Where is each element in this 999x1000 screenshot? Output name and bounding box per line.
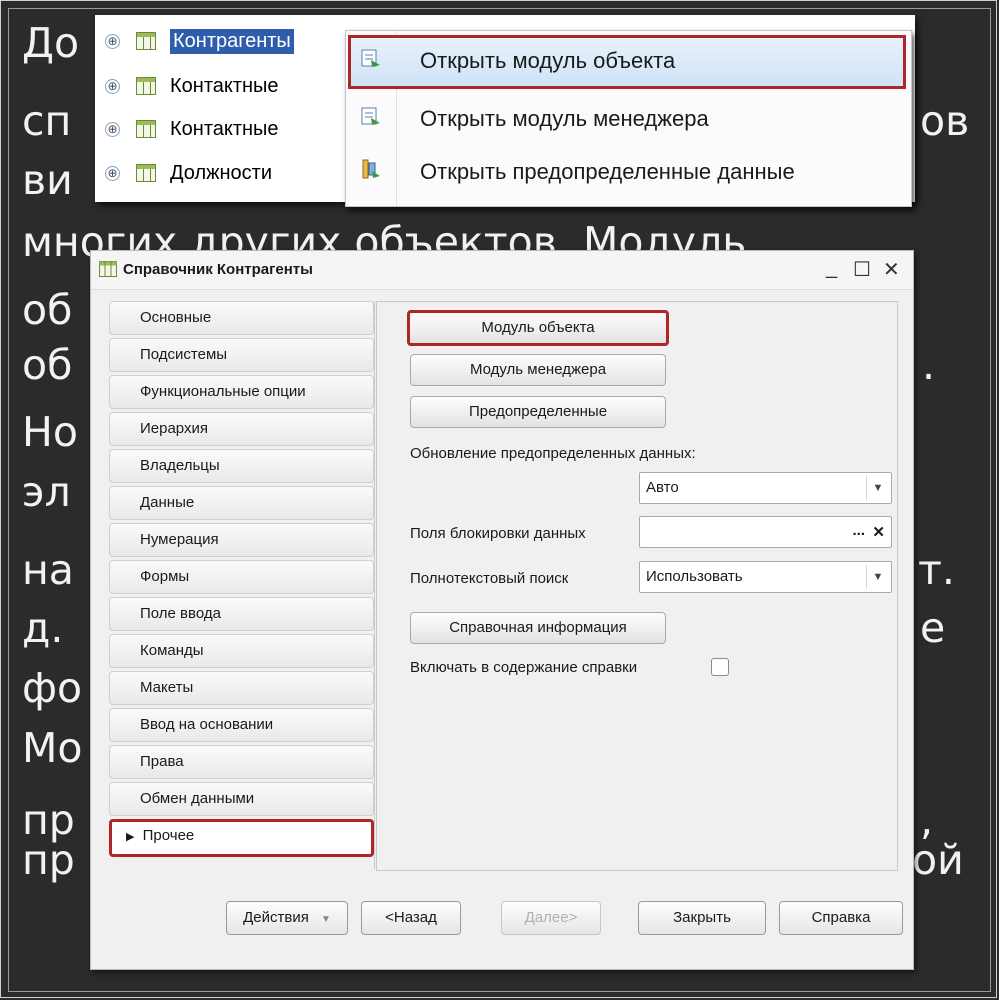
slide-line: Мо	[22, 724, 83, 772]
slide-fragment: т.	[918, 546, 955, 594]
actions-label: Действия	[243, 909, 309, 926]
include-help-checkbox[interactable]	[711, 658, 729, 676]
nav-item-data[interactable]: Данные	[109, 486, 374, 520]
help-button[interactable]: Справка	[779, 901, 903, 935]
nav-item-functional-options[interactable]: Функциональные опции	[109, 375, 374, 409]
nav-item-main[interactable]: Основные	[109, 301, 374, 335]
next-button[interactable]: Далее>	[501, 901, 601, 935]
tree-item[interactable]: ⊕ Должности	[105, 157, 272, 189]
slide-fragment: .	[922, 341, 936, 389]
select-dots-button[interactable]: ...	[852, 522, 865, 539]
menu-item-label: Открыть модуль менеджера	[420, 106, 709, 131]
nav-item-commands[interactable]: Команды	[109, 634, 374, 668]
include-help-label: Включать в содержание справки	[410, 659, 638, 676]
update-predefined-select[interactable]: Авто ▼	[639, 472, 892, 504]
dialog-title: Справочник Контрагенты	[123, 261, 313, 278]
help-info-button[interactable]: Справочная информация	[410, 612, 666, 644]
clear-icon[interactable]: ✕	[872, 523, 885, 541]
tree-item-label: Контрагенты	[170, 28, 294, 54]
slide-fragment: ов	[920, 97, 970, 145]
slide-line: пр	[22, 836, 75, 884]
nav-item-rights[interactable]: Права	[109, 745, 374, 779]
back-button[interactable]: <Назад	[361, 901, 461, 935]
select-value: Авто	[646, 479, 679, 496]
settings-content: Модуль объекта Модуль менеджера Предопре…	[376, 301, 898, 871]
dialog-titlebar[interactable]: Справочник Контрагенты _ ☐ ✕	[91, 251, 913, 290]
tree-item[interactable]: ⊕ Контрагенты	[105, 25, 294, 57]
slide-line: эл	[22, 468, 71, 516]
slide-fragment: ой	[912, 836, 964, 884]
close-button[interactable]: ✕	[883, 257, 900, 282]
object-module-button[interactable]: Модуль объекта	[407, 310, 669, 346]
catalog-icon	[136, 77, 156, 95]
slide-line: сп	[22, 97, 72, 145]
nav-item-data-exchange[interactable]: Обмен данными	[109, 782, 374, 816]
fulltext-search-label: Полнотекстовый поиск	[410, 570, 569, 587]
menu-item-label: Открыть предопределенные данные	[420, 159, 795, 184]
expand-icon[interactable]: ⊕	[105, 165, 120, 181]
expand-icon[interactable]: ⊕	[105, 121, 120, 137]
nav-item-templates[interactable]: Макеты	[109, 671, 374, 705]
catalog-icon	[136, 120, 156, 138]
nav-item-hierarchy[interactable]: Иерархия	[109, 412, 374, 446]
menu-item-open-manager-module[interactable]: Открыть модуль менеджера	[346, 91, 911, 147]
slide-line: на	[22, 546, 74, 594]
context-menu: Открыть модуль объекта Открыть модуль ме…	[345, 30, 912, 207]
close-dialog-button[interactable]: Закрыть	[638, 901, 766, 935]
menu-item-open-object-module[interactable]: Открыть модуль объекта	[346, 33, 911, 89]
slide-line: пр	[22, 796, 75, 844]
tree-item[interactable]: ⊕ Контактные	[105, 113, 279, 145]
nav-item-numbering[interactable]: Нумерация	[109, 523, 374, 557]
update-predefined-label: Обновление предопределенных данных:	[410, 445, 696, 462]
menu-item-open-predefined-data[interactable]: Открыть предопределенные данные	[346, 144, 911, 200]
module-icon	[346, 105, 396, 133]
active-arrow-icon: ▶	[126, 831, 135, 843]
menu-item-label: Открыть модуль объекта	[420, 48, 676, 73]
slide-line: об	[22, 341, 73, 389]
minimize-button[interactable]: _	[826, 257, 837, 280]
nav-item-forms[interactable]: Формы	[109, 560, 374, 594]
tree-item-label: Должности	[170, 161, 273, 184]
settings-nav: Основные Подсистемы Функциональные опции…	[109, 301, 375, 869]
nav-item-subsystems[interactable]: Подсистемы	[109, 338, 374, 372]
catalog-icon	[99, 261, 117, 281]
catalog-icon	[136, 164, 156, 182]
dropdown-arrow-icon: ▼	[321, 914, 331, 925]
manager-module-button[interactable]: Модуль менеджера	[410, 354, 666, 386]
predefined-button[interactable]: Предопределенные	[410, 396, 666, 428]
expand-icon[interactable]: ⊕	[105, 78, 120, 94]
slide-line: Но	[22, 408, 78, 456]
module-icon	[346, 47, 396, 75]
dropdown-arrow-icon[interactable]: ▼	[866, 565, 889, 589]
nav-item-based-on[interactable]: Ввод на основании	[109, 708, 374, 742]
nav-item-owners[interactable]: Владельцы	[109, 449, 374, 483]
slide-line: До	[22, 19, 80, 67]
slide-fragment: е	[920, 604, 946, 652]
expand-icon[interactable]: ⊕	[105, 33, 120, 49]
tree-item-label: Контактные	[170, 117, 279, 140]
nav-item-label: Прочее	[142, 827, 195, 844]
dropdown-arrow-icon[interactable]: ▼	[866, 476, 889, 500]
fulltext-search-select[interactable]: Использовать ▼	[639, 561, 892, 593]
select-value: Использовать	[646, 568, 743, 585]
nav-item-other[interactable]: ▶ Прочее	[109, 819, 374, 857]
slide-line: д.	[22, 604, 64, 652]
slide-fragment: ,	[920, 796, 934, 844]
nav-item-input-field[interactable]: Поле ввода	[109, 597, 374, 631]
catalog-dialog: Справочник Контрагенты _ ☐ ✕ Основные По…	[90, 250, 914, 970]
predefined-data-icon	[346, 158, 396, 186]
tree-item-label: Контактные	[170, 74, 279, 97]
tree-item[interactable]: ⊕ Контактные	[105, 70, 279, 102]
maximize-button[interactable]: ☐	[853, 257, 871, 282]
slide-line: об	[22, 286, 73, 334]
slide-line: фо	[22, 664, 83, 712]
lock-fields-label: Поля блокировки данных	[410, 525, 586, 542]
slide-line: ви	[22, 156, 73, 204]
actions-button[interactable]: Действия ▼	[226, 901, 348, 935]
lock-fields-input[interactable]: ... ✕	[639, 516, 892, 548]
catalog-icon	[136, 32, 156, 50]
